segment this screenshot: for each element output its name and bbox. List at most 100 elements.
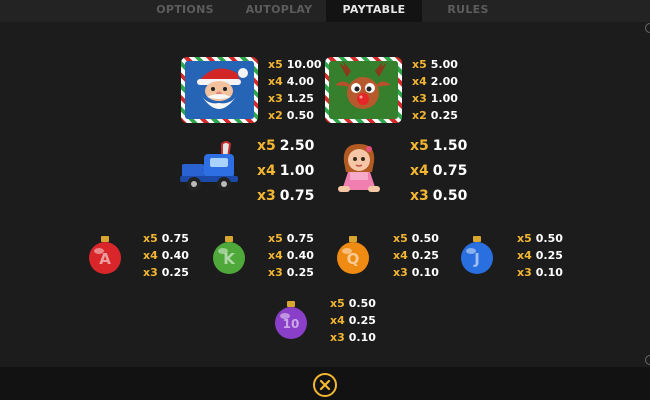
tab-paytable[interactable]: PAYTABLE: [326, 0, 422, 22]
multiplier: x3: [330, 331, 345, 344]
doll-pays: x5 1.50 x4 0.75 x3 0.50: [410, 134, 467, 209]
pay-row: x4 0.25: [517, 247, 563, 264]
multiplier: x4: [268, 249, 283, 262]
multiplier: x3: [393, 266, 408, 279]
multiplier: x3: [268, 266, 283, 279]
multiplier: x2: [268, 109, 283, 122]
payout-value: 10.00: [286, 58, 322, 71]
multiplier: x5: [268, 232, 283, 245]
toy-truck-icon: [178, 140, 242, 196]
multiplier: x3: [143, 266, 158, 279]
scroll-down-icon[interactable]: [645, 355, 650, 365]
tab-autoplay[interactable]: AUTOPLAY: [233, 0, 325, 22]
pay-row: x3 1.25: [268, 90, 322, 107]
payout-value: 0.25: [430, 109, 458, 122]
payout-value: 0.10: [535, 266, 563, 279]
pay-row: x5 2.50: [257, 134, 314, 159]
ornament-letter: J: [473, 250, 480, 268]
tab-options[interactable]: OPTIONS: [140, 0, 230, 22]
pay-row: x4 0.25: [393, 247, 439, 264]
multiplier: x4: [268, 75, 283, 88]
ornament-letter: A: [99, 250, 111, 268]
multiplier: x3: [412, 92, 427, 105]
orange-ornament-q-icon: Q: [335, 236, 371, 276]
multiplier: x3: [410, 188, 429, 204]
pay-row: x4 2.00: [412, 73, 458, 90]
pay-row: x2 0.50: [268, 107, 322, 124]
payout-value: 0.50: [411, 232, 439, 245]
multiplier: x3: [257, 188, 276, 204]
payout-value: 1.25: [286, 92, 314, 105]
multiplier: x5: [412, 58, 427, 71]
payout-value: 0.40: [161, 249, 189, 262]
pay-row: x5 0.50: [517, 230, 563, 247]
pay-row: x4 0.75: [410, 159, 467, 184]
payout-value: 0.50: [286, 109, 314, 122]
pay-row: x2 0.25: [412, 107, 458, 124]
reindeer-icon: [325, 57, 402, 123]
payout-value: 0.25: [411, 249, 439, 262]
multiplier: x3: [517, 266, 532, 279]
payout-value: 0.40: [286, 249, 314, 262]
multiplier: x4: [412, 75, 427, 88]
ornament-q-pays: x5 0.50 x4 0.25 x3 0.10: [393, 230, 439, 281]
payout-value: 4.00: [286, 75, 314, 88]
payout-value: 0.75: [161, 232, 189, 245]
close-button[interactable]: [313, 373, 337, 397]
santa-icon: [181, 57, 258, 123]
payout-value: 0.25: [286, 266, 314, 279]
multiplier: x4: [517, 249, 532, 262]
multiplier: x2: [412, 109, 427, 122]
payout-value: 0.50: [432, 188, 468, 204]
multiplier: x4: [143, 249, 158, 262]
pay-row: x5 0.50: [330, 295, 376, 312]
payout-value: 0.75: [432, 163, 468, 179]
tab-rules[interactable]: RULES: [425, 0, 511, 22]
pay-row: x3 0.50: [410, 184, 467, 209]
pay-row: x3 0.25: [143, 264, 189, 281]
payout-value: 0.25: [161, 266, 189, 279]
payout-value: 0.75: [279, 188, 315, 204]
multiplier: x5: [268, 58, 283, 71]
pay-row: x3 1.00: [412, 90, 458, 107]
ornament-j-pays: x5 0.50 x4 0.25 x3 0.10: [517, 230, 563, 281]
multiplier: x5: [143, 232, 158, 245]
multiplier: x5: [257, 138, 276, 154]
purple-ornament-10-icon: 10: [273, 301, 309, 341]
pay-row: x5 10.00: [268, 56, 322, 73]
payout-value: 0.10: [348, 331, 376, 344]
multiplier: x5: [393, 232, 408, 245]
ornament-letter: 10: [283, 317, 300, 331]
payout-value: 0.75: [286, 232, 314, 245]
ornament-10-pays: x5 0.50 x4 0.25 x3 0.10: [330, 295, 376, 346]
pay-row: x3 0.10: [517, 264, 563, 281]
scroll-up-icon[interactable]: [645, 23, 650, 33]
payout-value: 2.50: [279, 138, 315, 154]
multiplier: x4: [257, 163, 276, 179]
payout-value: 0.25: [535, 249, 563, 262]
pay-row: x5 0.50: [393, 230, 439, 247]
multiplier: x4: [393, 249, 408, 262]
payout-value: 5.00: [430, 58, 458, 71]
ornament-letter: K: [223, 250, 236, 268]
multiplier: x4: [410, 163, 429, 179]
santa-pays: x5 10.00 x4 4.00 x3 1.25 x2 0.50: [268, 56, 322, 124]
pay-row: x4 0.40: [268, 247, 314, 264]
pay-row: x4 4.00: [268, 73, 322, 90]
pay-row: x3 0.75: [257, 184, 314, 209]
ornament-a-pays: x5 0.75 x4 0.40 x3 0.25: [143, 230, 189, 281]
multiplier: x3: [268, 92, 283, 105]
pay-row: x4 1.00: [257, 159, 314, 184]
ornament-letter: Q: [347, 250, 360, 268]
payout-value: 0.50: [348, 297, 376, 310]
close-icon: [319, 379, 331, 391]
tab-bar: OPTIONS AUTOPLAY PAYTABLE RULES: [0, 0, 650, 22]
blue-ornament-j-icon: J: [459, 236, 495, 276]
payout-value: 0.10: [411, 266, 439, 279]
doll-icon: [336, 140, 382, 198]
pay-row: x3 0.25: [268, 264, 314, 281]
pay-row: x3 0.10: [393, 264, 439, 281]
pay-row: x4 0.40: [143, 247, 189, 264]
multiplier: x4: [330, 314, 345, 327]
payout-value: 0.50: [535, 232, 563, 245]
